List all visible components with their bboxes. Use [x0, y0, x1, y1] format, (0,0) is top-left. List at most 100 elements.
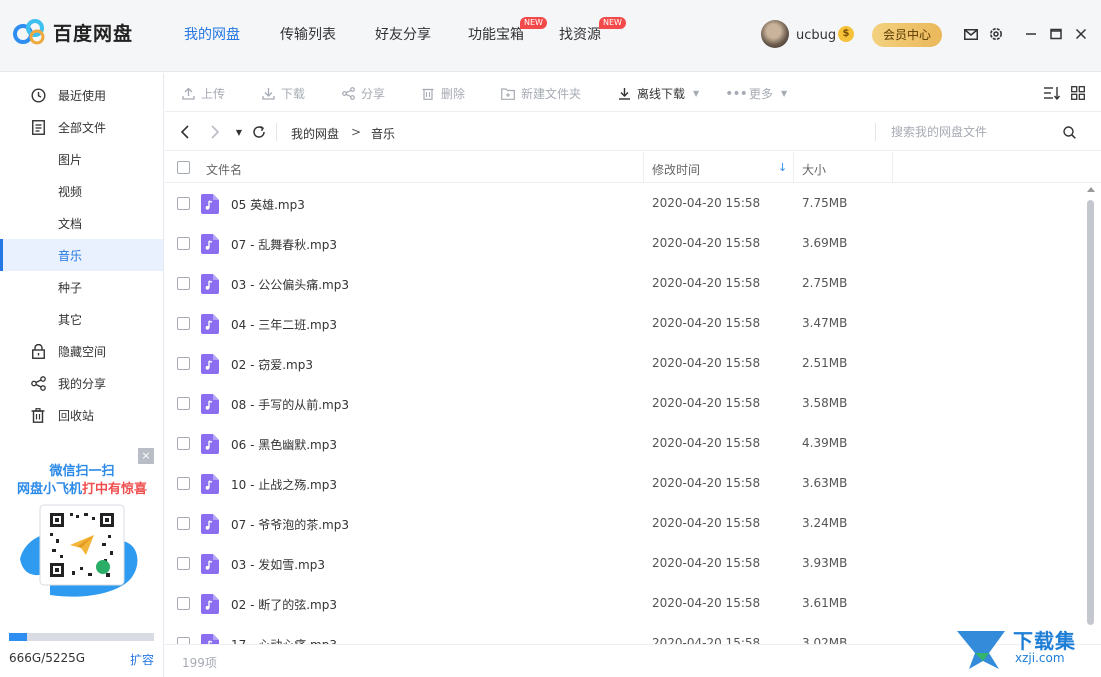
- member-center-button[interactable]: 会员中心: [872, 23, 942, 47]
- table-row[interactable]: 07 - 爷爷泡的茶.mp3 2020-04-20 15:58 3.24MB: [165, 504, 1085, 544]
- row-checkbox[interactable]: [177, 557, 190, 570]
- file-size: 3.93MB: [802, 556, 848, 570]
- tab-friend-share[interactable]: 好友分享: [375, 24, 431, 44]
- table-row[interactable]: 02 - 窃爱.mp3 2020-04-20 15:58 2.51MB: [165, 344, 1085, 384]
- table-row[interactable]: 17 - 心动心痛.mp3 2020-04-20 15:58 3.02MB: [165, 624, 1085, 644]
- wechat-qr-code-promo-image[interactable]: [14, 501, 150, 605]
- column-divider[interactable]: [892, 152, 893, 182]
- select-all-checkbox[interactable]: [177, 161, 190, 174]
- sidebar-item-label: 回收站: [58, 408, 95, 423]
- app-logo[interactable]: 百度网盘: [13, 18, 133, 46]
- search-input[interactable]: [891, 122, 1051, 142]
- breadcrumb-music[interactable]: 音乐: [371, 125, 395, 142]
- column-divider[interactable]: [793, 152, 794, 182]
- file-name[interactable]: 03 - 发如雪.mp3: [231, 556, 325, 573]
- history-dropdown-icon[interactable]: ▼: [231, 124, 247, 140]
- file-name[interactable]: 06 - 黑色幽默.mp3: [231, 436, 337, 453]
- table-row[interactable]: 03 - 公公偏头痛.mp3 2020-04-20 15:58 2.75MB: [165, 264, 1085, 304]
- row-checkbox[interactable]: [177, 437, 190, 450]
- file-name[interactable]: 07 - 爷爷泡的茶.mp3: [231, 516, 349, 533]
- file-name[interactable]: 03 - 公公偏头痛.mp3: [231, 276, 349, 293]
- file-name[interactable]: 02 - 窃爱.mp3: [231, 356, 313, 373]
- sidebar-item-documents[interactable]: 文档: [0, 207, 163, 239]
- sidebar-item-recycle-bin[interactable]: 回收站: [0, 399, 163, 431]
- sidebar-item-music[interactable]: 音乐: [0, 239, 163, 271]
- offline-download-button[interactable]: 离线下载 ▼: [617, 85, 699, 102]
- row-checkbox[interactable]: [177, 357, 190, 370]
- row-checkbox[interactable]: [177, 637, 190, 644]
- path-bar: ▼ 我的网盘 > 音乐: [165, 113, 1101, 151]
- table-row[interactable]: 06 - 黑色幽默.mp3 2020-04-20 15:58 4.39MB: [165, 424, 1085, 464]
- delete-button[interactable]: 删除: [421, 85, 465, 102]
- sort-arrow-down-icon[interactable]: ↓: [778, 161, 787, 174]
- table-row[interactable]: 10 - 止战之殇.mp3 2020-04-20 15:58 3.63MB: [165, 464, 1085, 504]
- sidebar-item-recent[interactable]: 最近使用: [0, 79, 163, 111]
- breadcrumb-my-netdisk[interactable]: 我的网盘: [291, 125, 339, 142]
- file-name[interactable]: 02 - 断了的弦.mp3: [231, 596, 337, 613]
- row-checkbox[interactable]: [177, 597, 190, 610]
- mail-icon[interactable]: [963, 26, 979, 42]
- file-size: 3.58MB: [802, 396, 848, 410]
- table-row[interactable]: 08 - 手写的从前.mp3 2020-04-20 15:58 3.58MB: [165, 384, 1085, 424]
- sidebar-item-torrents[interactable]: 种子: [0, 271, 163, 303]
- file-name[interactable]: 17 - 心动心痛.mp3: [231, 636, 337, 644]
- row-checkbox[interactable]: [177, 517, 190, 530]
- file-name[interactable]: 05 英雄.mp3: [231, 196, 305, 213]
- file-name[interactable]: 07 - 乱舞春秋.mp3: [231, 236, 337, 253]
- settings-gear-icon[interactable]: [988, 26, 1004, 42]
- chevron-down-icon[interactable]: ▼: [781, 89, 787, 98]
- file-modified-time: 2020-04-20 15:58: [652, 636, 761, 644]
- username[interactable]: ucbug: [796, 28, 836, 43]
- sidebar-item-other[interactable]: 其它: [0, 303, 163, 335]
- expand-storage-link[interactable]: 扩容: [130, 651, 154, 668]
- row-checkbox[interactable]: [177, 397, 190, 410]
- download-button[interactable]: 下载: [261, 85, 305, 102]
- tab-toolbox[interactable]: 功能宝箱 NEW: [468, 17, 547, 44]
- column-divider[interactable]: [643, 152, 644, 182]
- column-header-size[interactable]: 大小: [802, 161, 826, 178]
- scroll-up-arrow-icon[interactable]: [1087, 187, 1095, 192]
- maximize-icon[interactable]: [1048, 26, 1064, 42]
- tab-my-netdisk[interactable]: 我的网盘: [184, 24, 240, 44]
- avatar[interactable]: [761, 20, 789, 48]
- file-name[interactable]: 10 - 止战之殇.mp3: [231, 476, 337, 493]
- search-icon[interactable]: [1061, 124, 1077, 140]
- row-checkbox[interactable]: [177, 277, 190, 290]
- refresh-icon[interactable]: [251, 124, 267, 140]
- sidebar-item-images[interactable]: 图片: [0, 143, 163, 175]
- tab-find-resources[interactable]: 找资源 NEW: [559, 17, 626, 44]
- row-checkbox[interactable]: [177, 477, 190, 490]
- sidebar-item-my-shares[interactable]: 我的分享: [0, 367, 163, 399]
- vertical-scrollbar[interactable]: [1087, 200, 1094, 625]
- row-checkbox[interactable]: [177, 197, 190, 210]
- tab-transfer-list[interactable]: 传输列表: [280, 24, 336, 44]
- file-name[interactable]: 04 - 三年二班.mp3: [231, 316, 337, 333]
- app-title: 百度网盘: [53, 22, 134, 45]
- table-row[interactable]: 07 - 乱舞春秋.mp3 2020-04-20 15:58 3.69MB: [165, 224, 1085, 264]
- sidebar-item-videos[interactable]: 视频: [0, 175, 163, 207]
- table-row[interactable]: 04 - 三年二班.mp3 2020-04-20 15:58 3.47MB: [165, 304, 1085, 344]
- music-file-icon: [201, 474, 219, 494]
- back-arrow-icon[interactable]: [177, 124, 193, 140]
- grid-view-icon[interactable]: [1070, 85, 1086, 101]
- close-icon[interactable]: [1073, 26, 1089, 42]
- table-row[interactable]: 02 - 断了的弦.mp3 2020-04-20 15:58 3.61MB: [165, 584, 1085, 624]
- table-row[interactable]: 05 英雄.mp3 2020-04-20 15:58 7.75MB: [165, 184, 1085, 224]
- vip-level-icon[interactable]: $: [838, 26, 854, 42]
- table-row[interactable]: 03 - 发如雪.mp3 2020-04-20 15:58 3.93MB: [165, 544, 1085, 584]
- more-button[interactable]: ••• 更多 ▼: [725, 85, 787, 102]
- sidebar-item-hidden-space[interactable]: 隐藏空间: [0, 335, 163, 367]
- sort-icon[interactable]: [1044, 85, 1060, 101]
- column-header-filename[interactable]: 文件名: [206, 161, 242, 178]
- new-folder-button[interactable]: 新建文件夹: [501, 85, 581, 102]
- share-button[interactable]: 分享: [341, 85, 385, 102]
- row-checkbox[interactable]: [177, 317, 190, 330]
- column-header-modified[interactable]: 修改时间: [652, 161, 700, 178]
- row-checkbox[interactable]: [177, 237, 190, 250]
- sidebar-item-all-files[interactable]: 全部文件: [0, 111, 163, 143]
- upload-button[interactable]: 上传: [181, 85, 225, 102]
- forward-arrow-icon[interactable]: [207, 124, 223, 140]
- minimize-icon[interactable]: [1023, 26, 1039, 42]
- file-name[interactable]: 08 - 手写的从前.mp3: [231, 396, 349, 413]
- chevron-down-icon[interactable]: ▼: [693, 89, 699, 98]
